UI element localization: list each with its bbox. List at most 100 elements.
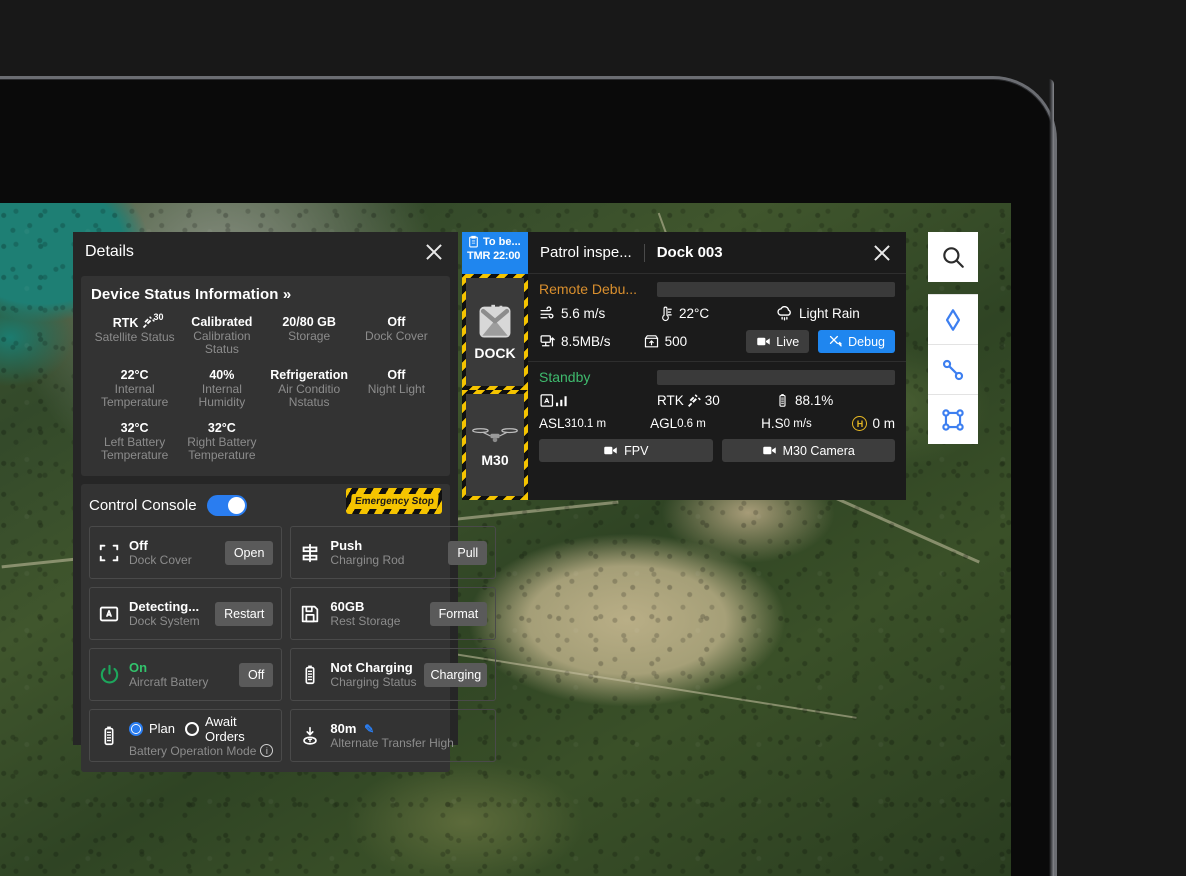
device-status-heading-label: Device Status Information	[91, 286, 279, 303]
chevron-right-icon: »	[283, 286, 291, 303]
control-card-text: 60GB Rest Storage	[330, 599, 421, 628]
video-camera-icon	[762, 443, 777, 458]
search-icon[interactable]	[928, 232, 978, 282]
dock-cover-open-button[interactable]: Open	[225, 541, 274, 565]
video-camera-icon	[756, 334, 771, 349]
aircraft-home-distance: H 0 m	[852, 416, 895, 431]
satellite-icon	[686, 393, 702, 409]
dock-status-section: Remote Debu... 5.6 m/s	[528, 274, 906, 361]
info-icon[interactable]: i	[260, 744, 273, 757]
control-card-aircraft-battery[interactable]: On Aircraft Battery Off	[89, 648, 282, 701]
control-card-dock-cover[interactable]: Off Dock Cover Open	[89, 526, 282, 579]
aircraft-rtk: RTK 30	[657, 393, 775, 409]
app-root: Details Device Status Information » RTK	[0, 0, 1186, 876]
dock-sidebar: To be... TMR 22:00	[462, 232, 528, 500]
control-console-toggle[interactable]	[207, 495, 247, 516]
dock-system-restart-button[interactable]: Restart	[215, 602, 273, 626]
battery-icon	[298, 663, 322, 687]
aircraft-battery-off-button[interactable]: Off	[239, 663, 273, 687]
status-cell-right-battery-temperature: 32°C Right Battery Temperature	[178, 419, 265, 464]
status-label: Internal Temperature	[92, 383, 177, 409]
dock-stat-row-1: 5.6 m/s 22°C	[539, 304, 895, 323]
dock-network-speed-value: 8.5MB/s	[561, 334, 611, 349]
emergency-stop-button[interactable]: Emergency Stop	[346, 488, 442, 514]
charging-rod-pull-button[interactable]: Pull	[448, 541, 487, 565]
dock-weather: Light Rain	[775, 304, 895, 323]
debug-tools-icon	[828, 334, 843, 349]
close-icon[interactable]	[871, 242, 893, 264]
control-card-label: Dock Cover	[129, 553, 217, 567]
radio-await-orders[interactable]	[185, 722, 199, 736]
live-stream-button[interactable]: Live	[746, 330, 809, 353]
altitude-icon	[643, 333, 660, 350]
aircraft-hs-value: 0 m/s	[784, 418, 812, 430]
alternate-transfer-value-row: 80m ✎	[330, 721, 487, 736]
charging-status-button[interactable]: Charging	[424, 663, 487, 687]
close-icon[interactable]	[423, 241, 445, 263]
status-cell-storage: 20/80 GB Storage	[266, 313, 353, 358]
dock-thumbnail[interactable]: DOCK	[462, 274, 528, 390]
aircraft-status-section: Standby	[528, 362, 906, 470]
control-card-text: On Aircraft Battery	[129, 660, 231, 689]
satellite-count: 30	[153, 310, 163, 324]
mission-name[interactable]: Patrol inspe...	[540, 244, 632, 261]
aircraft-agl: AGL 0.6 m	[650, 416, 761, 431]
control-card-label: Charging Rod	[330, 553, 440, 567]
live-stream-label: Live	[776, 335, 799, 349]
device-status-heading[interactable]: Device Status Information »	[91, 286, 440, 303]
rest-storage-format-button[interactable]: Format	[430, 602, 488, 626]
aircraft-hs-label: H.S	[761, 416, 784, 431]
status-label: Internal Humidity	[179, 383, 264, 409]
thermometer-icon	[657, 305, 674, 322]
dock-icon	[473, 303, 517, 343]
pencil-icon[interactable]: ✎	[364, 722, 374, 736]
network-icon	[539, 333, 556, 350]
drone-icon	[472, 422, 518, 450]
fpv-camera-button[interactable]: FPV	[539, 439, 713, 462]
control-card-charging-rod[interactable]: Push Charging Rod Pull	[290, 526, 496, 579]
status-cell-left-battery-temperature: 32°C Left Battery Temperature	[91, 419, 178, 464]
emergency-stop-label: Emergency Stop	[350, 494, 438, 509]
control-card-value: Not Charging	[330, 660, 416, 675]
control-card-text: 80m ✎ Alternate Transfer High	[330, 721, 487, 750]
control-card-value: Off	[129, 538, 217, 553]
dock-temperature: 22°C	[657, 305, 775, 322]
polygon-area-icon[interactable]	[928, 394, 978, 444]
aircraft-rtk-label: RTK	[657, 393, 684, 408]
aircraft-signal	[539, 392, 657, 409]
m30-camera-button[interactable]: M30 Camera	[722, 439, 896, 462]
control-card-text: Detecting... Dock System	[129, 599, 207, 628]
aircraft-stat-row-2: ASL 310.1 m AGL 0.6 m H.S 0 m/s H	[539, 416, 895, 431]
control-card-alternate-transfer-high[interactable]: 80m ✎ Alternate Transfer High	[290, 709, 496, 762]
aircraft-rtk-value: 30	[705, 393, 720, 408]
control-card-value: 60GB	[330, 599, 421, 614]
dock-panel: To be... TMR 22:00	[462, 232, 906, 500]
radio-plan[interactable]	[129, 722, 143, 736]
status-label: Dock Cover	[354, 330, 439, 343]
battery-icon	[775, 392, 790, 409]
waypoint-marker-icon[interactable]	[928, 294, 978, 344]
control-card-battery-operation-mode[interactable]: Plan Await Orders Battery Operation Mode…	[89, 709, 282, 762]
control-card-rest-storage[interactable]: 60GB Rest Storage Format	[290, 587, 496, 640]
control-card-dock-system[interactable]: Detecting... Dock System Restart	[89, 587, 282, 640]
dock-status-top: Remote Debu...	[539, 281, 895, 297]
radio-await-orders-label: Await Orders	[205, 714, 273, 744]
status-value: Refrigeration	[267, 368, 352, 382]
power-icon	[97, 663, 121, 687]
map-toolbar	[928, 232, 978, 444]
home-point-icon: H	[852, 416, 867, 431]
dock-main: Patrol inspe... Dock 003 Remote Debu...	[528, 232, 906, 500]
status-value: Calibrated	[179, 315, 264, 329]
battery-mode-options: Plan Await Orders	[129, 714, 273, 744]
status-cell-calibration: Calibrated Calibration Status	[178, 313, 265, 358]
status-value: 32°C	[92, 421, 177, 435]
debug-button[interactable]: Debug	[818, 330, 895, 353]
control-card-charging-status[interactable]: Not Charging Charging Status Charging	[290, 648, 496, 701]
status-value: Off	[354, 315, 439, 329]
aircraft-thumbnail[interactable]: M30	[462, 390, 528, 500]
aircraft-horizontal-speed: H.S 0 m/s	[761, 416, 852, 431]
dock-altitude: 500	[643, 333, 747, 350]
aircraft-status-top: Standby	[539, 369, 895, 385]
line-measure-icon[interactable]	[928, 344, 978, 394]
task-badge[interactable]: To be... TMR 22:00	[462, 232, 528, 274]
